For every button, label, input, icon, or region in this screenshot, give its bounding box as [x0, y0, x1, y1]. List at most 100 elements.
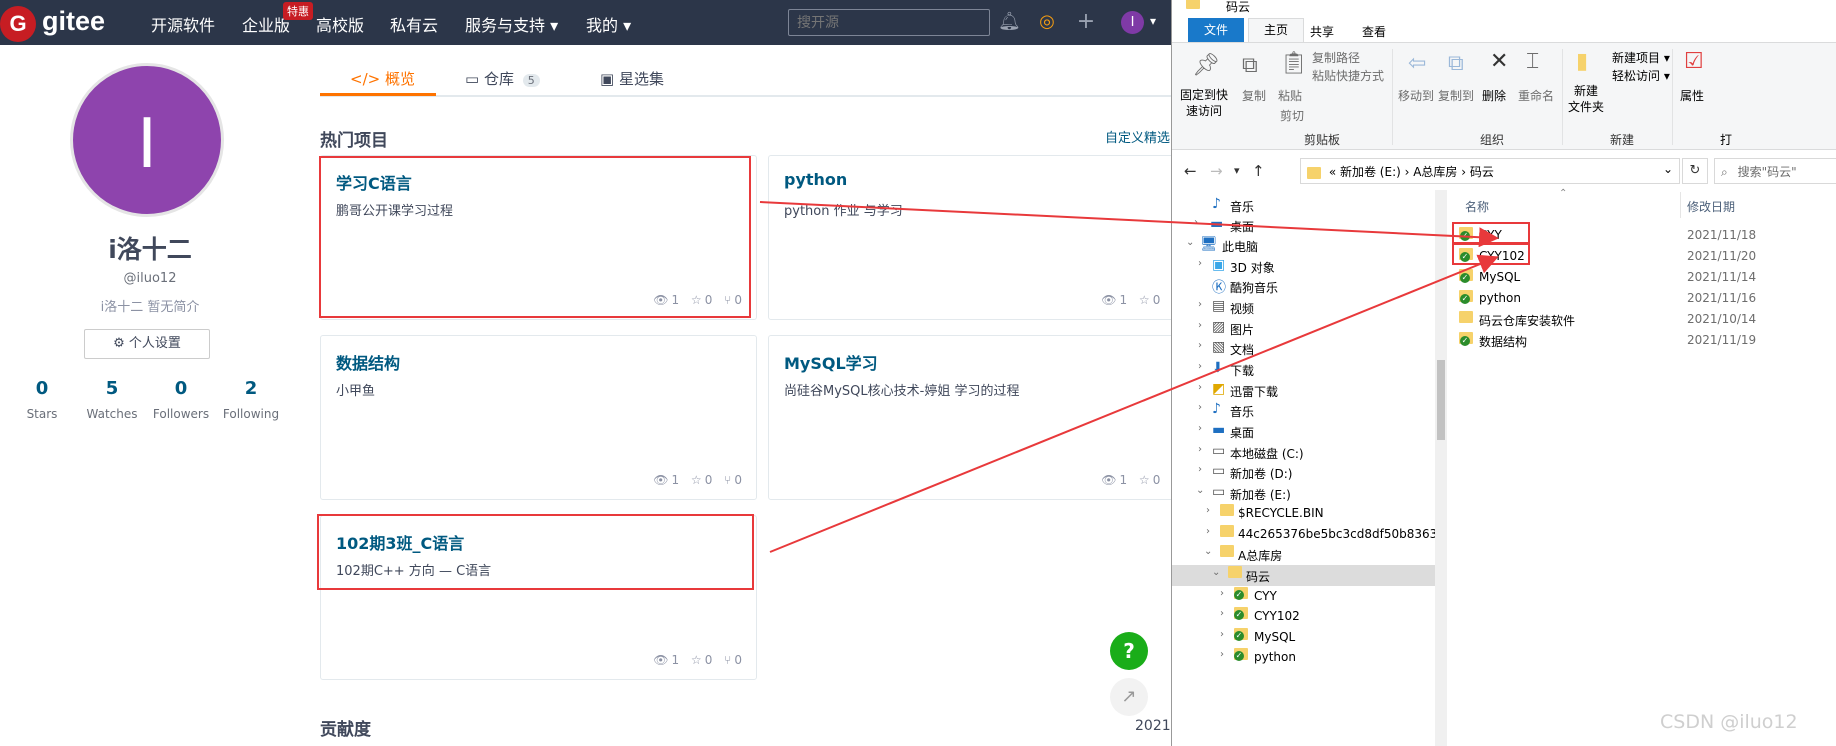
chevron-down-icon[interactable]: ⌄	[1663, 162, 1673, 176]
project-title[interactable]: MySQL学习	[784, 350, 878, 374]
chevron-right-icon[interactable]: ›	[1194, 217, 1198, 228]
up-arrow-icon[interactable]: ↑	[1252, 162, 1265, 180]
contribution-year[interactable]: 2021	[1135, 718, 1171, 734]
chevron-right-icon[interactable]: ›	[1198, 444, 1202, 455]
chevron-right-icon[interactable]: ›	[1198, 320, 1202, 331]
nav-item-drive-c[interactable]: › ▭ 本地磁盘 (C:)	[1172, 442, 1442, 463]
nav-item-mysql[interactable]: › MySQL	[1172, 627, 1442, 648]
stat-followers[interactable]: 0 Followers	[146, 378, 216, 421]
nav-item-python[interactable]: › python	[1172, 647, 1442, 668]
stat-watches[interactable]: 5 Watches	[77, 378, 147, 421]
chevron-right-icon[interactable]: ›	[1220, 629, 1224, 640]
chevron-right-icon[interactable]: ›	[1198, 340, 1202, 351]
share-icon[interactable]: ↗	[1110, 678, 1148, 716]
nav-item-mayun[interactable]: ⌄ 码云	[1172, 565, 1442, 586]
chevron-down-icon[interactable]: ⌄	[1186, 237, 1194, 248]
nav-item-docs[interactable]: › ▧ 文档	[1172, 338, 1442, 359]
chevron-right-icon[interactable]: ›	[1220, 588, 1224, 599]
search-input[interactable]: ⌕ 搜索"码云"	[1714, 158, 1836, 184]
nav-item-video[interactable]: › ▤ 视频	[1172, 297, 1442, 318]
new-item-button[interactable]: 新建项目 ▾	[1612, 49, 1670, 66]
nav-item-drive-d[interactable]: › ▭ 新加卷 (D:)	[1172, 462, 1442, 483]
back-arrow-icon[interactable]: ←	[1184, 162, 1197, 180]
nav-item-desktop-2[interactable]: › ▬ 桌面	[1172, 421, 1442, 442]
chevron-right-icon[interactable]: ›	[1206, 526, 1210, 537]
tab-home[interactable]: 主页	[1248, 18, 1304, 42]
nav-item-thunder[interactable]: › ◩ 迅雷下载	[1172, 380, 1442, 401]
file-row[interactable]: ✓ 数据结构 2021/11/19	[1447, 330, 1836, 351]
project-card[interactable]: 数据结构 小甲鱼 👁︎ 1 ☆ 0 ⑂ 0	[320, 335, 757, 500]
nav-item-music[interactable]: ♪ 音乐	[1172, 195, 1442, 216]
chevron-down-icon[interactable]: ▾	[1234, 164, 1240, 177]
rename-button[interactable]: 重命名	[1518, 87, 1554, 104]
tab-view[interactable]: 查看	[1362, 23, 1386, 40]
tab-stars[interactable]: ▣ 星选集	[600, 68, 664, 89]
file-row[interactable]: ✓ python 2021/11/16	[1447, 288, 1836, 309]
nav-item-cyy102[interactable]: › CYY102	[1172, 606, 1442, 627]
column-header-date[interactable]: 修改日期	[1687, 198, 1735, 215]
bell-icon[interactable]: 🔔︎	[998, 11, 1021, 33]
nav-item-pictures[interactable]: › ▨ 图片	[1172, 318, 1442, 339]
address-path[interactable]: « 新加卷 (E:) › A总库房 › 码云 ⌄	[1300, 158, 1680, 184]
chevron-right-icon[interactable]: ›	[1198, 382, 1202, 393]
chevron-right-icon[interactable]: ›	[1198, 361, 1202, 372]
gitee-logo-text[interactable]: gitee	[42, 6, 105, 37]
tab-share[interactable]: 共享	[1310, 23, 1334, 40]
properties-button[interactable]: 属性	[1680, 87, 1704, 104]
nav-item-music-2[interactable]: › ♪ 音乐	[1172, 400, 1442, 421]
delete-button[interactable]: 删除	[1482, 87, 1506, 104]
nav-item-3d[interactable]: › ▣ 3D 对象	[1172, 256, 1442, 277]
file-row[interactable]: 码云仓库安装软件 2021/10/14	[1447, 309, 1836, 330]
nav-item-cyy[interactable]: › CYY	[1172, 586, 1442, 607]
search-input[interactable]	[788, 9, 990, 36]
refresh-icon[interactable]: ↻	[1682, 158, 1708, 184]
copy-to-button[interactable]: 复制到	[1438, 87, 1474, 104]
nav-services[interactable]: 服务与支持 ▾	[465, 12, 558, 36]
move-to-button[interactable]: 移动到	[1398, 87, 1434, 104]
chevron-down-icon[interactable]: ▾	[1150, 14, 1156, 28]
project-card[interactable]: python python 作业 与学习 👁︎1 ☆0 ⑂0	[768, 155, 1180, 320]
stat-following[interactable]: 2 Following	[216, 378, 286, 421]
project-title[interactable]: 数据结构	[336, 350, 400, 374]
project-title[interactable]: python	[784, 170, 847, 189]
nav-item-desktop[interactable]: › ▬ 桌面	[1172, 215, 1442, 236]
chevron-right-icon[interactable]: ›	[1198, 464, 1202, 475]
settings-button[interactable]: ⚙ 个人设置	[84, 329, 210, 359]
chevron-right-icon[interactable]: ›	[1206, 505, 1210, 516]
scrollbar-thumb[interactable]	[1437, 360, 1445, 440]
tab-repos[interactable]: ▭ 仓库 5	[465, 68, 540, 89]
column-header-name[interactable]: 名称	[1465, 198, 1489, 215]
stat-stars[interactable]: 0 Stars	[7, 378, 77, 421]
gitee-logo-icon[interactable]: G	[0, 6, 36, 42]
chevron-right-icon[interactable]: ›	[1198, 423, 1202, 434]
chevron-right-icon[interactable]: ›	[1220, 608, 1224, 619]
help-button[interactable]: ?	[1110, 632, 1148, 670]
nav-open-source[interactable]: 开源软件	[151, 12, 215, 36]
nav-item-downloads[interactable]: › ⬇ 下载	[1172, 359, 1442, 380]
nav-mine[interactable]: 我的 ▾	[586, 12, 631, 36]
paste-shortcut-button[interactable]: 粘贴快捷方式	[1312, 67, 1384, 84]
project-card[interactable]: MySQL学习 尚硅谷MySQL核心技术-婷姐 学习的过程 👁︎1 ☆0 ⑂0	[768, 335, 1180, 500]
paste-button[interactable]: 粘贴	[1278, 87, 1302, 104]
chevron-right-icon[interactable]: ›	[1198, 258, 1202, 269]
nav-item-this-pc[interactable]: ⌄ 🖥︎ 此电脑	[1172, 235, 1442, 256]
nav-item-hash-folder[interactable]: › 44c265376be5bc3cd8df50b8363b9b	[1172, 524, 1460, 545]
customize-link[interactable]: 自定义精选	[1105, 127, 1170, 146]
user-avatar[interactable]: I	[1121, 11, 1144, 34]
nav-item-a-store[interactable]: ⌄ A总库房	[1172, 544, 1442, 565]
pin-quick-access-button[interactable]: 固定到快 速访问	[1180, 87, 1228, 119]
new-folder-button[interactable]: 新建 文件夹	[1568, 83, 1604, 115]
lightbulb-icon[interactable]: ◎	[1036, 11, 1058, 33]
nav-private-cloud[interactable]: 私有云	[390, 12, 438, 36]
forward-arrow-icon[interactable]: →	[1210, 162, 1223, 180]
nav-scrollbar[interactable]	[1435, 190, 1447, 746]
chevron-right-icon[interactable]: ›	[1198, 402, 1202, 413]
nav-item-kugou[interactable]: Ⓚ 酷狗音乐	[1172, 276, 1442, 297]
cut-button[interactable]: 剪切	[1280, 107, 1304, 124]
chevron-right-icon[interactable]: ›	[1220, 649, 1224, 660]
plus-icon[interactable]: +	[1075, 11, 1097, 33]
nav-item-drive-e[interactable]: ⌄ ▭ 新加卷 (E:)	[1172, 483, 1442, 504]
chevron-down-icon[interactable]: ⌄	[1212, 567, 1220, 578]
nav-item-recycle[interactable]: › $RECYCLE.BIN	[1172, 503, 1442, 524]
copy-button[interactable]: 复制	[1242, 87, 1266, 104]
